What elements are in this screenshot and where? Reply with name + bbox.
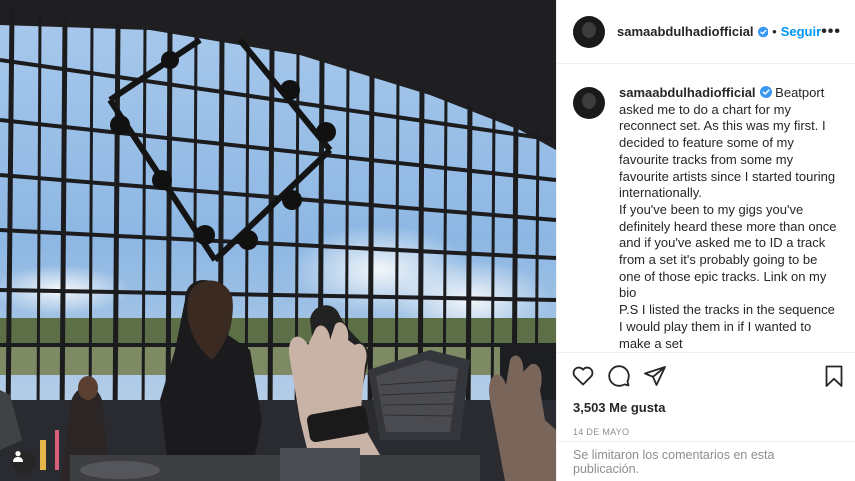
more-options-icon[interactable]: ••• [821,23,841,41]
verified-badge-icon [759,86,772,98]
comments-disabled-notice: Se limitaron los comentarios en esta pub… [557,441,855,481]
avatar[interactable] [573,15,605,48]
caption-avatar[interactable] [573,87,605,119]
caption-paragraph-1: Beatport asked me to do a chart for my r… [619,85,836,201]
share-icon[interactable] [643,364,667,388]
caption-paragraph-2: If you've been to my gigs you've definit… [619,201,837,301]
post-date[interactable]: 14 DE MAYO [557,427,855,437]
post-photo[interactable] [0,0,556,481]
caption-text: samaabdulhadiofficial Beatport asked me … [619,85,840,352]
likes-count[interactable]: 3,503 Me gusta [557,399,855,417]
post-photo-scene [0,0,556,481]
verified-badge-icon [757,26,769,37]
follow-button[interactable]: Seguir [781,24,821,39]
post-header: samaabdulhadiofficial • Seguir ••• [557,0,855,64]
heart-icon[interactable] [571,364,595,388]
caption-paragraph-3: P.S I listed the tracks in the sequence … [619,302,835,351]
post-side-panel: samaabdulhadiofficial • Seguir ••• samaa… [556,0,855,481]
caption-username[interactable]: samaabdulhadiofficial [619,85,756,100]
comment-icon[interactable] [607,364,631,388]
user-tag-button[interactable] [12,450,36,474]
caption: samaabdulhadiofficial Beatport asked me … [573,85,840,352]
action-icons [557,353,855,399]
separator-dot: • [772,24,777,39]
header-username[interactable]: samaabdulhadiofficial [617,24,754,39]
user-tag-icon [13,451,23,462]
comments-section[interactable]: samaabdulhadiofficial Beatport asked me … [557,65,855,352]
post-actions: 3,503 Me gusta 14 DE MAYO [557,352,855,437]
bookmark-icon[interactable] [822,364,846,388]
